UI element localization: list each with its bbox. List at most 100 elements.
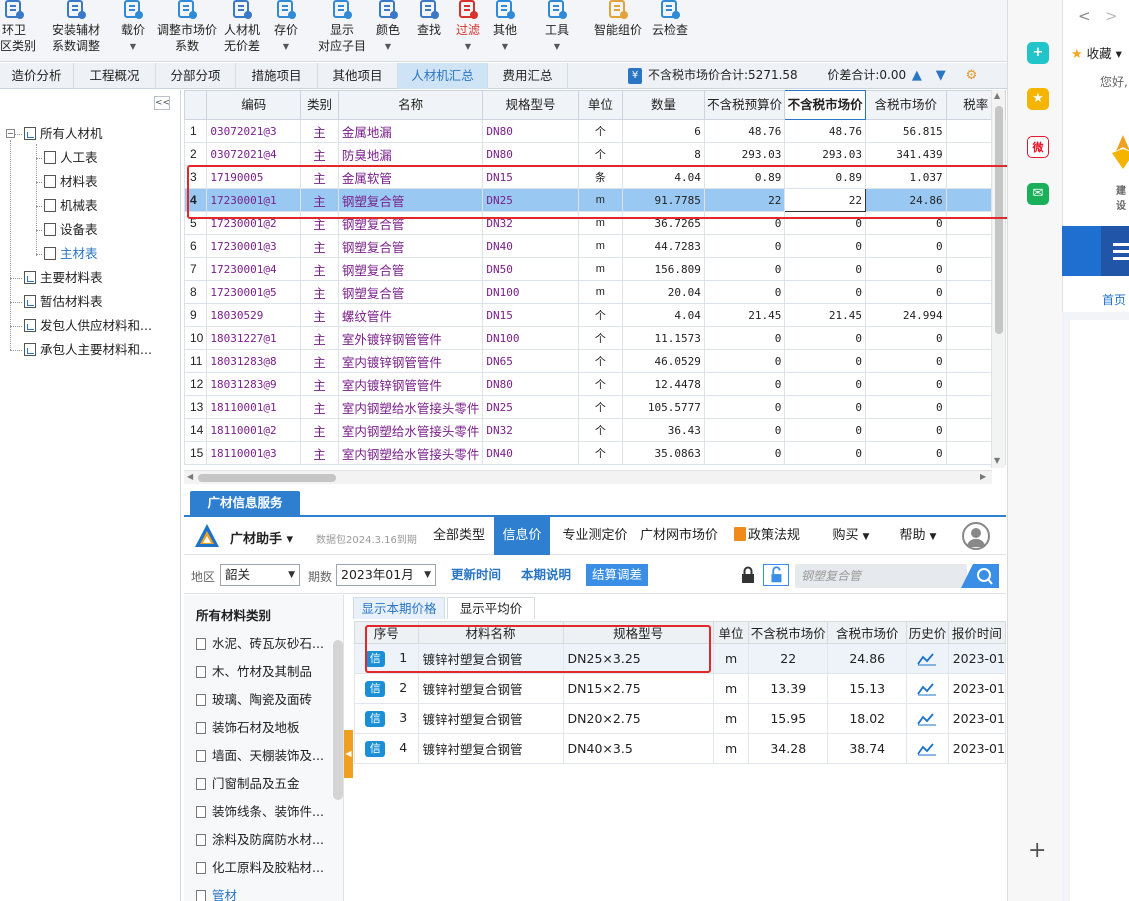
grid-cell-spec[interactable]: DN32 (482, 211, 579, 235)
tab-3[interactable]: 措施项目 (236, 63, 318, 89)
tree-item-2[interactable]: 材料表 (44, 172, 98, 192)
grid-cell-name[interactable]: 室内钢塑给水管接头零件 (337, 441, 484, 465)
grid-cell-cat[interactable]: 主 (300, 441, 339, 465)
category-item[interactable]: 装饰石材及地板 (196, 717, 300, 739)
tree-item-4[interactable]: 设备表 (44, 220, 98, 240)
grid-cell-name[interactable]: 室外镀锌钢管管件 (337, 326, 484, 350)
grid-cell-budget[interactable]: 48.76 (703, 119, 786, 143)
grid-cell-market[interactable]: 0.89 (784, 165, 866, 189)
grid-cell-qty[interactable]: 36.7265 (622, 211, 705, 235)
grid-cell-spec[interactable]: DN80 (482, 119, 579, 143)
grid-cell-tax[interactable]: 24.86 (864, 188, 947, 212)
grid-cell-code[interactable]: 17230001@5 (206, 280, 302, 304)
grid-cell-n[interactable]: 2 (184, 142, 208, 166)
grid-cell-n[interactable]: 7 (184, 257, 208, 281)
table-row[interactable]: 11 18031283@8 主室内镀锌钢管管件 DN65 个 46.0529 0 0 0 (184, 349, 1006, 373)
back-icon[interactable]: < (1078, 7, 1091, 25)
price-column-header[interactable]: 单位 (712, 621, 750, 644)
category-item[interactable]: 墙面、天棚装饰及... (196, 745, 324, 767)
table-row[interactable]: 5 17230001@2 主钢塑复合管 DN32 m 36.7265 0 0 0 (184, 211, 1006, 235)
grid-cell-qty[interactable]: 4.04 (622, 165, 705, 189)
grid-cell-cat[interactable]: 主 (300, 372, 339, 396)
grid-column-header[interactable]: 类别 (300, 90, 339, 120)
grid-cell-spec[interactable]: DN15 (482, 165, 579, 189)
grid-cell-cat[interactable]: 主 (300, 395, 339, 419)
tab-5[interactable]: 人材机汇总 (398, 63, 488, 89)
grid-cell-tax[interactable]: 0 (864, 418, 947, 442)
grid-cell-name[interactable]: 钢塑复合管 (337, 188, 484, 212)
grid-cell-budget[interactable]: 21.45 (703, 303, 786, 327)
table-row[interactable]: 13 18110001@1 主室内钢塑给水管接头零件 DN25 个 105.5777 0 0 0 (184, 395, 1006, 419)
table-row[interactable]: 15 18110001@3 主室内钢塑给水管接头零件 DN40 个 35.0863 0 0 0 (184, 441, 1006, 465)
grid-cell-name[interactable]: 金属地漏 (337, 119, 484, 143)
tree-item-3[interactable]: 机械表 (44, 196, 98, 216)
grid-cell-qty[interactable]: 6 (622, 119, 705, 143)
service-nav-1[interactable]: 信息价 (494, 517, 550, 555)
grid-cell-cat[interactable]: 主 (300, 280, 339, 304)
collapse-panel-handle[interactable]: ◀ (344, 730, 353, 778)
grid-cell-cat[interactable]: 主 (300, 234, 339, 258)
grid-cell-tax[interactable]: 341.439 (864, 142, 947, 166)
grid-cell-code[interactable]: 18031227@1 (206, 326, 302, 350)
grid-cell-code[interactable]: 03072021@3 (206, 119, 302, 143)
tab-4[interactable]: 其他项目 (318, 63, 398, 89)
grid-cell-tax[interactable]: 0 (864, 395, 947, 419)
price-column-header[interactable]: 不含税市场价 (748, 621, 829, 644)
table-row[interactable]: 3 17190005 主金属软管 DN15 条 4.04 0.89 0.89 1.037 (184, 165, 1006, 189)
grid-cell-code[interactable]: 18031283@8 (206, 349, 302, 373)
service-nav-0[interactable]: 全部类型 (426, 517, 492, 555)
ribbon-button-10[interactable]: 其他 ▼ (490, 0, 520, 61)
menu-icon[interactable] (1101, 226, 1129, 276)
table-row[interactable]: 2 03072021@4 主防臭地漏 DN80 个 8 293.03 293.03 341.43… (184, 142, 1006, 166)
grid-cell-tax[interactable]: 0 (864, 280, 947, 304)
grid-cell-unit[interactable]: m (577, 257, 624, 281)
grid-cell-cat[interactable]: 主 (300, 303, 339, 327)
grid-cell-spec[interactable]: DN65 (482, 349, 579, 373)
grid-cell-code[interactable]: 17230001@3 (206, 234, 302, 258)
ribbon-button-11[interactable]: 工具 ▼ (540, 0, 574, 61)
grid-cell-unit[interactable]: 个 (577, 418, 624, 442)
grid-horizontal-scrollbar[interactable]: ◀ ▶ (184, 470, 992, 484)
grid-cell-tax[interactable]: 0 (864, 349, 947, 373)
grid-cell-tax[interactable]: 0 (864, 441, 947, 465)
grid-cell-qty[interactable]: 36.43 (622, 418, 705, 442)
grid-cell-market[interactable]: 0 (784, 211, 866, 235)
grid-cell-market[interactable]: 0 (784, 349, 866, 373)
table-row[interactable]: 9 18030529 主螺纹管件 DN15 个 4.04 21.45 21.45 24.994 (184, 303, 1006, 327)
period-note-button[interactable]: 本期说明 (516, 564, 576, 586)
assistant-menu[interactable]: 广材助手 ▾ (230, 528, 293, 547)
move-up-icon[interactable]: ▲ (912, 63, 922, 88)
tree-item-9[interactable]: 承包人主要材料和... (24, 340, 152, 360)
grid-cell-market[interactable]: 293.03 (784, 142, 866, 166)
mail-icon[interactable]: ✉ (1027, 183, 1049, 205)
grid-cell-name[interactable]: 钢塑复合管 (337, 257, 484, 281)
grid-cell-unit[interactable]: 个 (577, 349, 624, 373)
table-row[interactable]: 信 4 镀锌衬塑复合钢管 DN40×3.5 m 34.28 38.74 2023-01 (354, 733, 1007, 764)
grid-column-header[interactable]: 名称 (337, 90, 484, 120)
table-row[interactable]: 10 18031227@1 主室外镀锌钢管管件 DN100 个 11.1573 0 0 0 (184, 326, 1006, 350)
grid-cell-qty[interactable]: 105.5777 (622, 395, 705, 419)
grid-cell-tax[interactable]: 0 (864, 234, 947, 258)
trend-chart-icon[interactable] (917, 652, 937, 666)
category-item[interactable]: 涂料及防腐防水材... (196, 829, 324, 851)
settle-adjust-button[interactable]: 结算调差 (586, 564, 648, 586)
grid-cell-n[interactable]: 5 (184, 211, 208, 235)
price-cell-history[interactable] (906, 673, 949, 704)
grid-cell-budget[interactable]: 0 (703, 441, 786, 465)
ribbon-button-3[interactable]: 调整市场价 系数 (156, 0, 218, 61)
grid-column-header[interactable] (184, 90, 208, 120)
grid-cell-cat[interactable]: 主 (300, 349, 339, 373)
grid-cell-unit[interactable]: m (577, 211, 624, 235)
user-avatar[interactable] (962, 522, 990, 550)
grid-cell-n[interactable]: 14 (184, 418, 208, 442)
grid-cell-market[interactable]: 0 (784, 280, 866, 304)
price-cell-history[interactable] (906, 703, 949, 734)
grid-cell-n[interactable]: 6 (184, 234, 208, 258)
grid-cell-cat[interactable]: 主 (300, 188, 339, 212)
grid-cell-market[interactable]: 21.45 (784, 303, 866, 327)
grid-cell-budget[interactable]: 0 (703, 234, 786, 258)
tree-item-7[interactable]: 暂估材料表 (24, 292, 103, 312)
region-select[interactable]: 韶关 ▼ (220, 564, 300, 586)
grid-cell-n[interactable]: 9 (184, 303, 208, 327)
grid-cell-code[interactable]: 17190005 (206, 165, 302, 189)
